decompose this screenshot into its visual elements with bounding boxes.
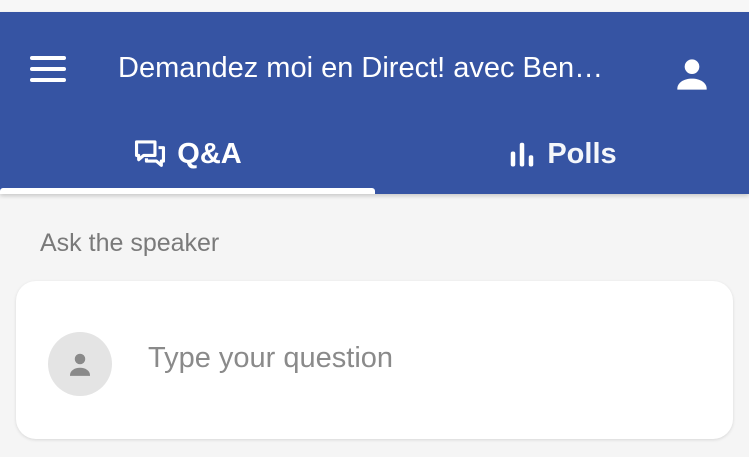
question-input[interactable]	[148, 333, 708, 383]
chat-bubbles-icon	[135, 140, 166, 167]
person-icon	[70, 353, 90, 376]
person-icon	[677, 59, 707, 90]
avatar	[48, 332, 112, 396]
app-bar: Demandez moi en Direct! avec Ben… Q&A Po…	[0, 12, 749, 194]
tab-qa-label: Q&A	[177, 138, 242, 170]
tab-polls-label: Polls	[547, 138, 617, 170]
event-title: Demandez moi en Direct! avec Ben…	[118, 52, 604, 84]
tab-polls[interactable]: Polls	[375, 118, 749, 194]
bar-chart-icon	[511, 142, 534, 167]
section-label: Ask the speaker	[40, 229, 220, 257]
menu-button[interactable]	[28, 56, 68, 82]
active-tab-indicator	[0, 188, 375, 194]
tab-qa[interactable]: Q&A	[0, 118, 375, 194]
question-card	[16, 281, 733, 439]
account-button[interactable]	[670, 52, 714, 96]
status-strip	[0, 0, 749, 12]
